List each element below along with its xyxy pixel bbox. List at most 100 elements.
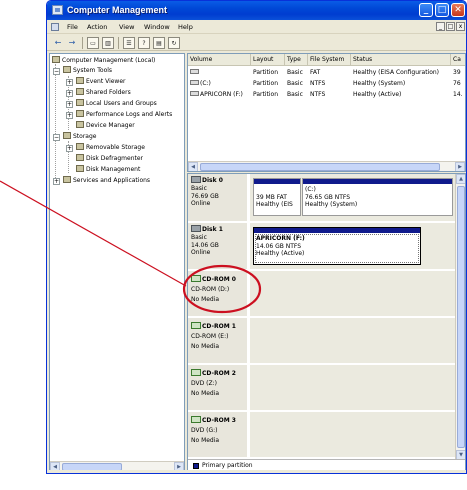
column-header-status[interactable]: Status xyxy=(351,54,451,66)
primary-partition-bar xyxy=(303,179,452,184)
partition-block[interactable]: (C:) 76.65 GB NTFS Healthy (System) xyxy=(302,178,453,216)
expand-icon[interactable]: + xyxy=(66,145,73,152)
scrollbar-thumb[interactable] xyxy=(457,186,465,448)
volume-row-cell[interactable]: 14. xyxy=(453,90,465,100)
column-header-layout[interactable]: Layout xyxy=(251,54,285,66)
volume-row-cell[interactable]: Healthy (System) xyxy=(353,79,451,89)
volume-row-cell[interactable]: Basic xyxy=(287,90,308,100)
expand-icon[interactable]: + xyxy=(66,112,73,119)
scroll-left-icon[interactable]: ◀ xyxy=(188,162,198,171)
users-icon xyxy=(76,99,84,106)
mmc-icon[interactable] xyxy=(51,23,59,31)
tree-item-removable-storage[interactable]: + Removable Storage xyxy=(66,143,145,154)
close-button[interactable]: ✕ xyxy=(451,3,465,17)
disk-management-icon xyxy=(76,165,84,172)
disk-row[interactable]: Disk 1 Basic 14.06 GB Online APRICORN (F… xyxy=(188,223,455,270)
disk-label[interactable]: CD-ROM 1 CD-ROM (E:) No Media xyxy=(188,318,248,363)
volume-row-cell[interactable]: Partition xyxy=(253,90,285,100)
help-icon[interactable]: ? xyxy=(138,37,150,49)
device-manager-icon xyxy=(76,121,84,128)
performance-icon xyxy=(76,110,84,117)
properties-icon[interactable]: ☰ xyxy=(123,37,135,49)
child-close-button[interactable]: x xyxy=(456,22,465,31)
column-header-file-system[interactable]: File System xyxy=(308,54,351,66)
volume-row-cell[interactable]: 76 xyxy=(453,79,465,89)
scrollbar-thumb[interactable] xyxy=(200,163,440,171)
expand-icon[interactable]: + xyxy=(66,79,73,86)
minimize-button[interactable]: _ xyxy=(419,3,433,17)
volume-row-cell[interactable]: Partition xyxy=(253,68,285,78)
disk-vertical-scrollbar[interactable]: ▲ ▼ xyxy=(455,174,465,460)
child-minimize-button[interactable]: _ xyxy=(436,22,445,31)
menu-bar: File Action View Window Help _ □ x xyxy=(47,20,466,34)
volume-row-cell[interactable]: 39 xyxy=(453,68,465,78)
storage-icon xyxy=(63,132,71,139)
volume-row-cell[interactable]: Basic xyxy=(287,68,308,78)
tree-item-local-users[interactable]: + Local Users and Groups xyxy=(66,99,157,110)
column-header-volume[interactable]: Volume xyxy=(188,54,251,66)
tree-item-disk-management[interactable]: Disk Management xyxy=(76,165,140,176)
maximize-button[interactable]: □ xyxy=(435,3,449,17)
scroll-right-icon[interactable]: ▶ xyxy=(455,162,465,171)
collapse-icon[interactable]: − xyxy=(53,68,60,75)
menu-action[interactable]: Action xyxy=(87,23,107,31)
tree-item-services-applications[interactable]: + Services and Applications xyxy=(53,176,150,187)
partition-block[interactable]: APRICORN (F:) 14.06 GB NTFS Healthy (Activ… xyxy=(253,227,421,265)
disk-label[interactable]: CD-ROM 0 CD-ROM (D:) No Media xyxy=(188,271,248,316)
disk-label[interactable]: Disk 0 Basic 76.69 GB Online xyxy=(188,174,248,221)
volume-row-cell[interactable]: (C:) xyxy=(190,79,250,89)
partition-block[interactable]: 39 MB FAT Healthy (EIS xyxy=(253,178,301,216)
volume-row-cell[interactable] xyxy=(190,68,250,78)
cdrom-row[interactable]: CD-ROM 2 DVD (Z:) No Media xyxy=(188,365,455,411)
menu-help[interactable]: Help xyxy=(178,23,193,31)
volume-row-cell[interactable]: FAT xyxy=(310,68,351,78)
tree-item-storage[interactable]: − Storage xyxy=(53,132,96,143)
forward-arrow-icon[interactable]: → xyxy=(66,37,78,49)
back-arrow-icon[interactable]: ← xyxy=(52,37,64,49)
menu-file[interactable]: File xyxy=(67,23,78,31)
disk-label[interactable]: CD-ROM 2 DVD (Z:) No Media xyxy=(188,365,248,410)
expand-icon[interactable]: + xyxy=(66,90,73,97)
child-restore-button[interactable]: □ xyxy=(446,22,455,31)
defrag-icon xyxy=(76,154,84,161)
volume-row-cell[interactable]: Basic xyxy=(287,79,308,89)
cdrom-row[interactable]: CD-ROM 1 CD-ROM (E:) No Media xyxy=(188,318,455,364)
removable-storage-icon xyxy=(76,143,84,150)
export-list-icon[interactable]: ▤ xyxy=(153,37,165,49)
tree-connector xyxy=(55,64,56,182)
show-hide-tree-icon[interactable]: ▥ xyxy=(102,37,114,49)
refresh-icon[interactable]: ↻ xyxy=(168,37,180,49)
menu-view[interactable]: View xyxy=(119,23,134,31)
column-header-capacity[interactable]: Ca xyxy=(451,54,465,66)
tree-item-shared-folders[interactable]: + Shared Folders xyxy=(66,88,131,99)
cdrom-row[interactable]: CD-ROM 0 CD-ROM (D:) No Media xyxy=(188,271,455,317)
volume-row-cell[interactable]: NTFS xyxy=(310,79,351,89)
title-bar[interactable]: Computer Management _ □ ✕ xyxy=(47,1,466,20)
volume-row-cell[interactable]: Healthy (EISA Configuration) xyxy=(353,68,451,78)
volume-row-cell[interactable]: Partition xyxy=(253,79,285,89)
disk-label[interactable]: CD-ROM 3 DVD (G:) No Media xyxy=(188,412,248,457)
collapse-icon[interactable]: − xyxy=(53,134,60,141)
volume-list: Volume Layout Type File System Status Ca… xyxy=(187,53,466,172)
scroll-up-icon[interactable]: ▲ xyxy=(456,174,465,184)
expand-icon[interactable]: + xyxy=(66,101,73,108)
volume-row-cell[interactable]: APRICORN (F:) xyxy=(190,90,250,100)
disk-row[interactable]: Disk 0 Basic 76.69 GB Online 39 MB FAT He… xyxy=(188,174,455,222)
volume-row-cell[interactable]: NTFS xyxy=(310,90,351,100)
hard-disk-icon xyxy=(191,176,201,183)
tree-item-disk-defragmenter[interactable]: Disk Defragmenter xyxy=(76,154,143,165)
tree-item-event-viewer[interactable]: + Event Viewer xyxy=(66,77,126,88)
cdrom-row[interactable]: CD-ROM 3 DVD (G:) No Media xyxy=(188,412,455,458)
cd-drive-icon xyxy=(191,275,201,282)
volume-row-cell[interactable]: Healthy (Active) xyxy=(353,90,451,100)
volume-horizontal-scrollbar[interactable]: ◀ ▶ xyxy=(188,161,465,171)
expand-icon[interactable]: + xyxy=(53,178,60,185)
tree-item-device-manager[interactable]: Device Manager xyxy=(76,121,135,132)
tree-item-system-tools[interactable]: − System Tools xyxy=(53,66,112,77)
tree-item-performance-logs[interactable]: + Performance Logs and Alerts xyxy=(66,110,172,121)
disk-label[interactable]: Disk 1 Basic 14.06 GB Online xyxy=(188,223,248,269)
up-folder-icon[interactable]: ▭ xyxy=(87,37,99,49)
volume-icon xyxy=(190,80,199,85)
column-header-type[interactable]: Type xyxy=(285,54,308,66)
menu-window[interactable]: Window xyxy=(144,23,170,31)
